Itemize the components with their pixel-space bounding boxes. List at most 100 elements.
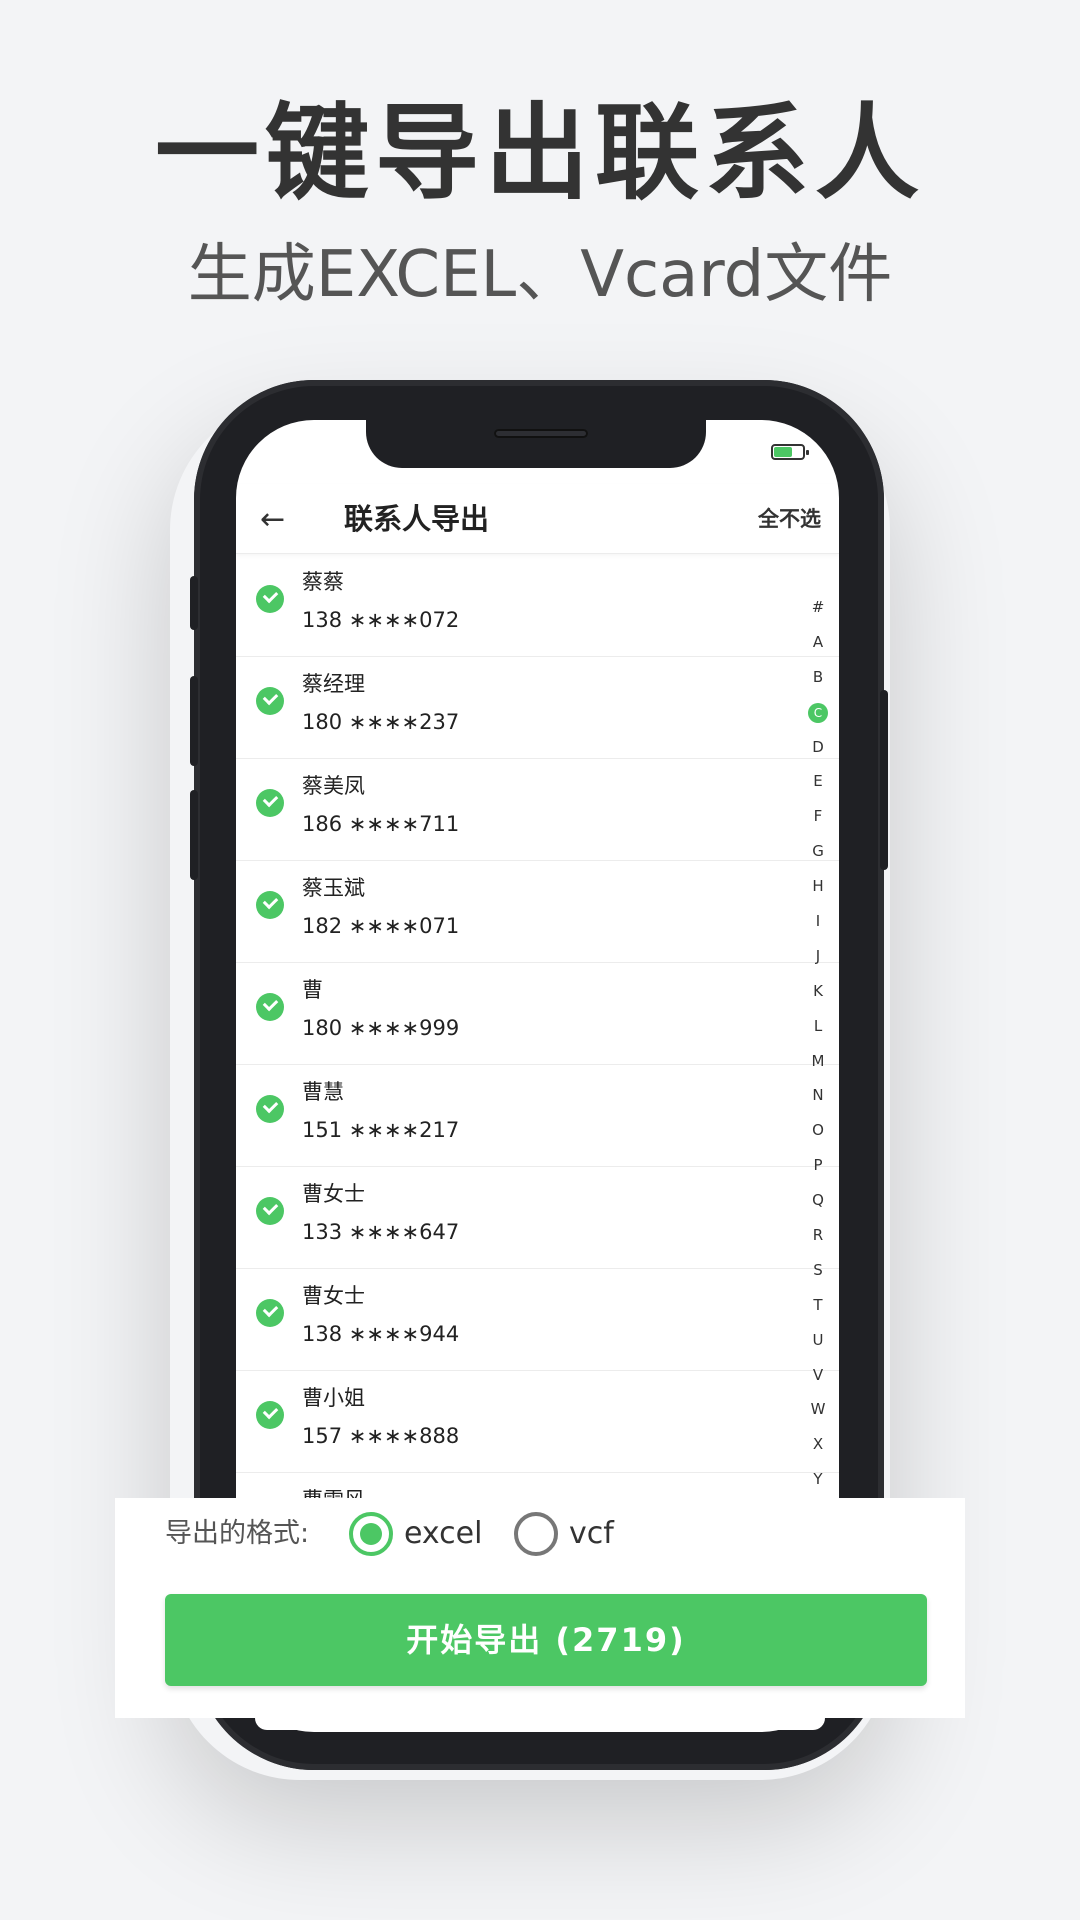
contact-row[interactable]: 曹慧 151 ∗∗∗∗217 — [236, 1065, 839, 1167]
index-letter-label: X — [812, 1435, 824, 1454]
contact-row[interactable]: 蔡经理 180 ∗∗∗∗237 — [236, 657, 839, 759]
index-letter[interactable]: B — [805, 660, 831, 695]
index-letter-label: D — [812, 737, 824, 756]
index-letter-label: H — [812, 877, 824, 896]
contact-phone: 182 ∗∗∗∗071 — [302, 914, 460, 938]
index-letter-label: N — [812, 1086, 824, 1105]
index-letter[interactable]: E — [805, 764, 831, 799]
app-toolbar: ← 联系人导出 全不选 — [236, 484, 839, 554]
contact-name: 蔡玉斌 — [302, 876, 365, 900]
start-export-button[interactable]: 开始导出 (2719) — [165, 1594, 927, 1686]
subheadline: 生成EXCEL、Vcard文件 — [187, 238, 893, 312]
contact-list: 蔡蔡 138 ∗∗∗∗072 蔡经理 180 ∗∗∗∗237 蔡美凤 186 ∗… — [236, 555, 839, 1575]
contact-row[interactable]: 曹 180 ∗∗∗∗999 — [236, 963, 839, 1065]
index-letter-label: G — [812, 842, 824, 861]
contact-row[interactable]: 蔡玉斌 182 ∗∗∗∗071 — [236, 861, 839, 963]
index-letter[interactable]: X — [805, 1427, 831, 1462]
contact-name: 曹小姐 — [302, 1386, 365, 1410]
radio-vcf[interactable] — [514, 1512, 558, 1556]
index-letter[interactable]: S — [805, 1253, 831, 1288]
index-letter-label: E — [813, 772, 823, 791]
index-letter-label: I — [815, 912, 821, 931]
contact-name: 蔡经理 — [302, 672, 365, 696]
index-letter-label: B — [812, 667, 824, 686]
index-letter[interactable]: U — [805, 1323, 831, 1358]
deselect-all-button[interactable]: 全不选 — [758, 504, 821, 534]
battery-icon — [771, 444, 809, 460]
index-letter[interactable]: J — [805, 939, 831, 974]
contact-name: 蔡蔡 — [302, 570, 344, 594]
contact-phone: 151 ∗∗∗∗217 — [302, 1118, 460, 1142]
format-label: 导出的格式: — [165, 1518, 310, 1549]
index-letter[interactable]: P — [805, 1148, 831, 1183]
battery-level — [774, 447, 792, 457]
check-circle-icon[interactable] — [256, 1197, 284, 1225]
index-letter[interactable]: N — [805, 1078, 831, 1113]
radio-excel-label[interactable]: excel — [404, 1514, 482, 1554]
contact-phone: 138 ∗∗∗∗072 — [302, 608, 460, 632]
export-panel: 导出的格式: excel vcf 开始导出 (2719) — [115, 1498, 965, 1718]
index-letter[interactable]: W — [805, 1392, 831, 1427]
contact-row[interactable]: 蔡美凤 186 ∗∗∗∗711 — [236, 759, 839, 861]
alphabet-index-bar[interactable]: # A B C D E F G H I J K L M N O P Q R S T U V W X Y — [805, 590, 831, 1497]
index-letter[interactable]: M — [805, 1044, 831, 1079]
check-circle-icon[interactable] — [256, 789, 284, 817]
index-letter-label: S — [813, 1260, 823, 1279]
contact-phone: 180 ∗∗∗∗237 — [302, 710, 460, 734]
contact-phone: 133 ∗∗∗∗647 — [302, 1220, 460, 1244]
back-arrow-icon[interactable]: ← — [260, 504, 292, 536]
index-letter[interactable]: V — [805, 1358, 831, 1393]
phone-side-button — [190, 576, 198, 630]
contact-row[interactable]: 曹女士 138 ∗∗∗∗944 — [236, 1269, 839, 1371]
check-circle-icon[interactable] — [256, 1095, 284, 1123]
index-letter[interactable]: T — [805, 1288, 831, 1323]
contact-name: 曹女士 — [302, 1284, 365, 1308]
radio-excel[interactable] — [349, 1512, 393, 1556]
contact-name: 蔡美凤 — [302, 774, 365, 798]
check-circle-icon[interactable] — [256, 687, 284, 715]
index-letter-label: K — [813, 981, 823, 1000]
index-letter[interactable]: Q — [805, 1183, 831, 1218]
index-letter[interactable]: # — [805, 590, 831, 625]
page-title: 联系人导出 — [344, 502, 490, 536]
index-letter[interactable]: O — [805, 1113, 831, 1148]
index-letter[interactable]: F — [805, 799, 831, 834]
check-circle-icon[interactable] — [256, 585, 284, 613]
index-letter[interactable]: H — [805, 869, 831, 904]
index-letter[interactable]: L — [805, 1009, 831, 1044]
index-letter-label: P — [813, 1156, 823, 1175]
index-letter-label: U — [812, 1330, 824, 1349]
index-letter[interactable]: R — [805, 1218, 831, 1253]
contact-name: 曹慧 — [302, 1080, 344, 1104]
contact-phone: 180 ∗∗∗∗999 — [302, 1016, 460, 1040]
index-letter-label: F — [813, 807, 823, 826]
index-letter[interactable]: K — [805, 974, 831, 1009]
index-letter-label: J — [815, 946, 821, 965]
contact-row[interactable]: 蔡蔡 138 ∗∗∗∗072 — [236, 555, 839, 657]
check-circle-icon[interactable] — [256, 1299, 284, 1327]
index-letter-label: O — [812, 1121, 824, 1140]
phone-power-button — [880, 690, 888, 870]
index-letter[interactable]: D — [805, 730, 831, 765]
index-letter-label: M — [811, 1051, 825, 1070]
contact-row[interactable]: 曹女士 133 ∗∗∗∗647 — [236, 1167, 839, 1269]
index-letter[interactable]: Y — [805, 1462, 831, 1497]
index-letter-label: Q — [812, 1191, 824, 1210]
check-circle-icon[interactable] — [256, 993, 284, 1021]
index-letter-label: L — [813, 1016, 823, 1035]
index-letter-label: W — [810, 1400, 826, 1419]
index-letter[interactable]: A — [805, 625, 831, 660]
contact-row[interactable]: 曹小姐 157 ∗∗∗∗888 — [236, 1371, 839, 1473]
check-circle-icon[interactable] — [256, 891, 284, 919]
index-letter-label: R — [812, 1226, 824, 1245]
index-letter[interactable]: C — [805, 695, 831, 730]
check-circle-icon[interactable] — [256, 1401, 284, 1429]
headline: 一键导出联系人 — [154, 92, 925, 214]
index-letter-label: T — [813, 1295, 823, 1314]
phone-volume-up — [190, 676, 198, 766]
index-letter[interactable]: I — [805, 904, 831, 939]
radio-vcf-label[interactable]: vcf — [569, 1514, 614, 1554]
contact-phone: 138 ∗∗∗∗944 — [302, 1322, 460, 1346]
index-letter[interactable]: G — [805, 834, 831, 869]
phone-screen-bottom — [255, 1718, 825, 1730]
